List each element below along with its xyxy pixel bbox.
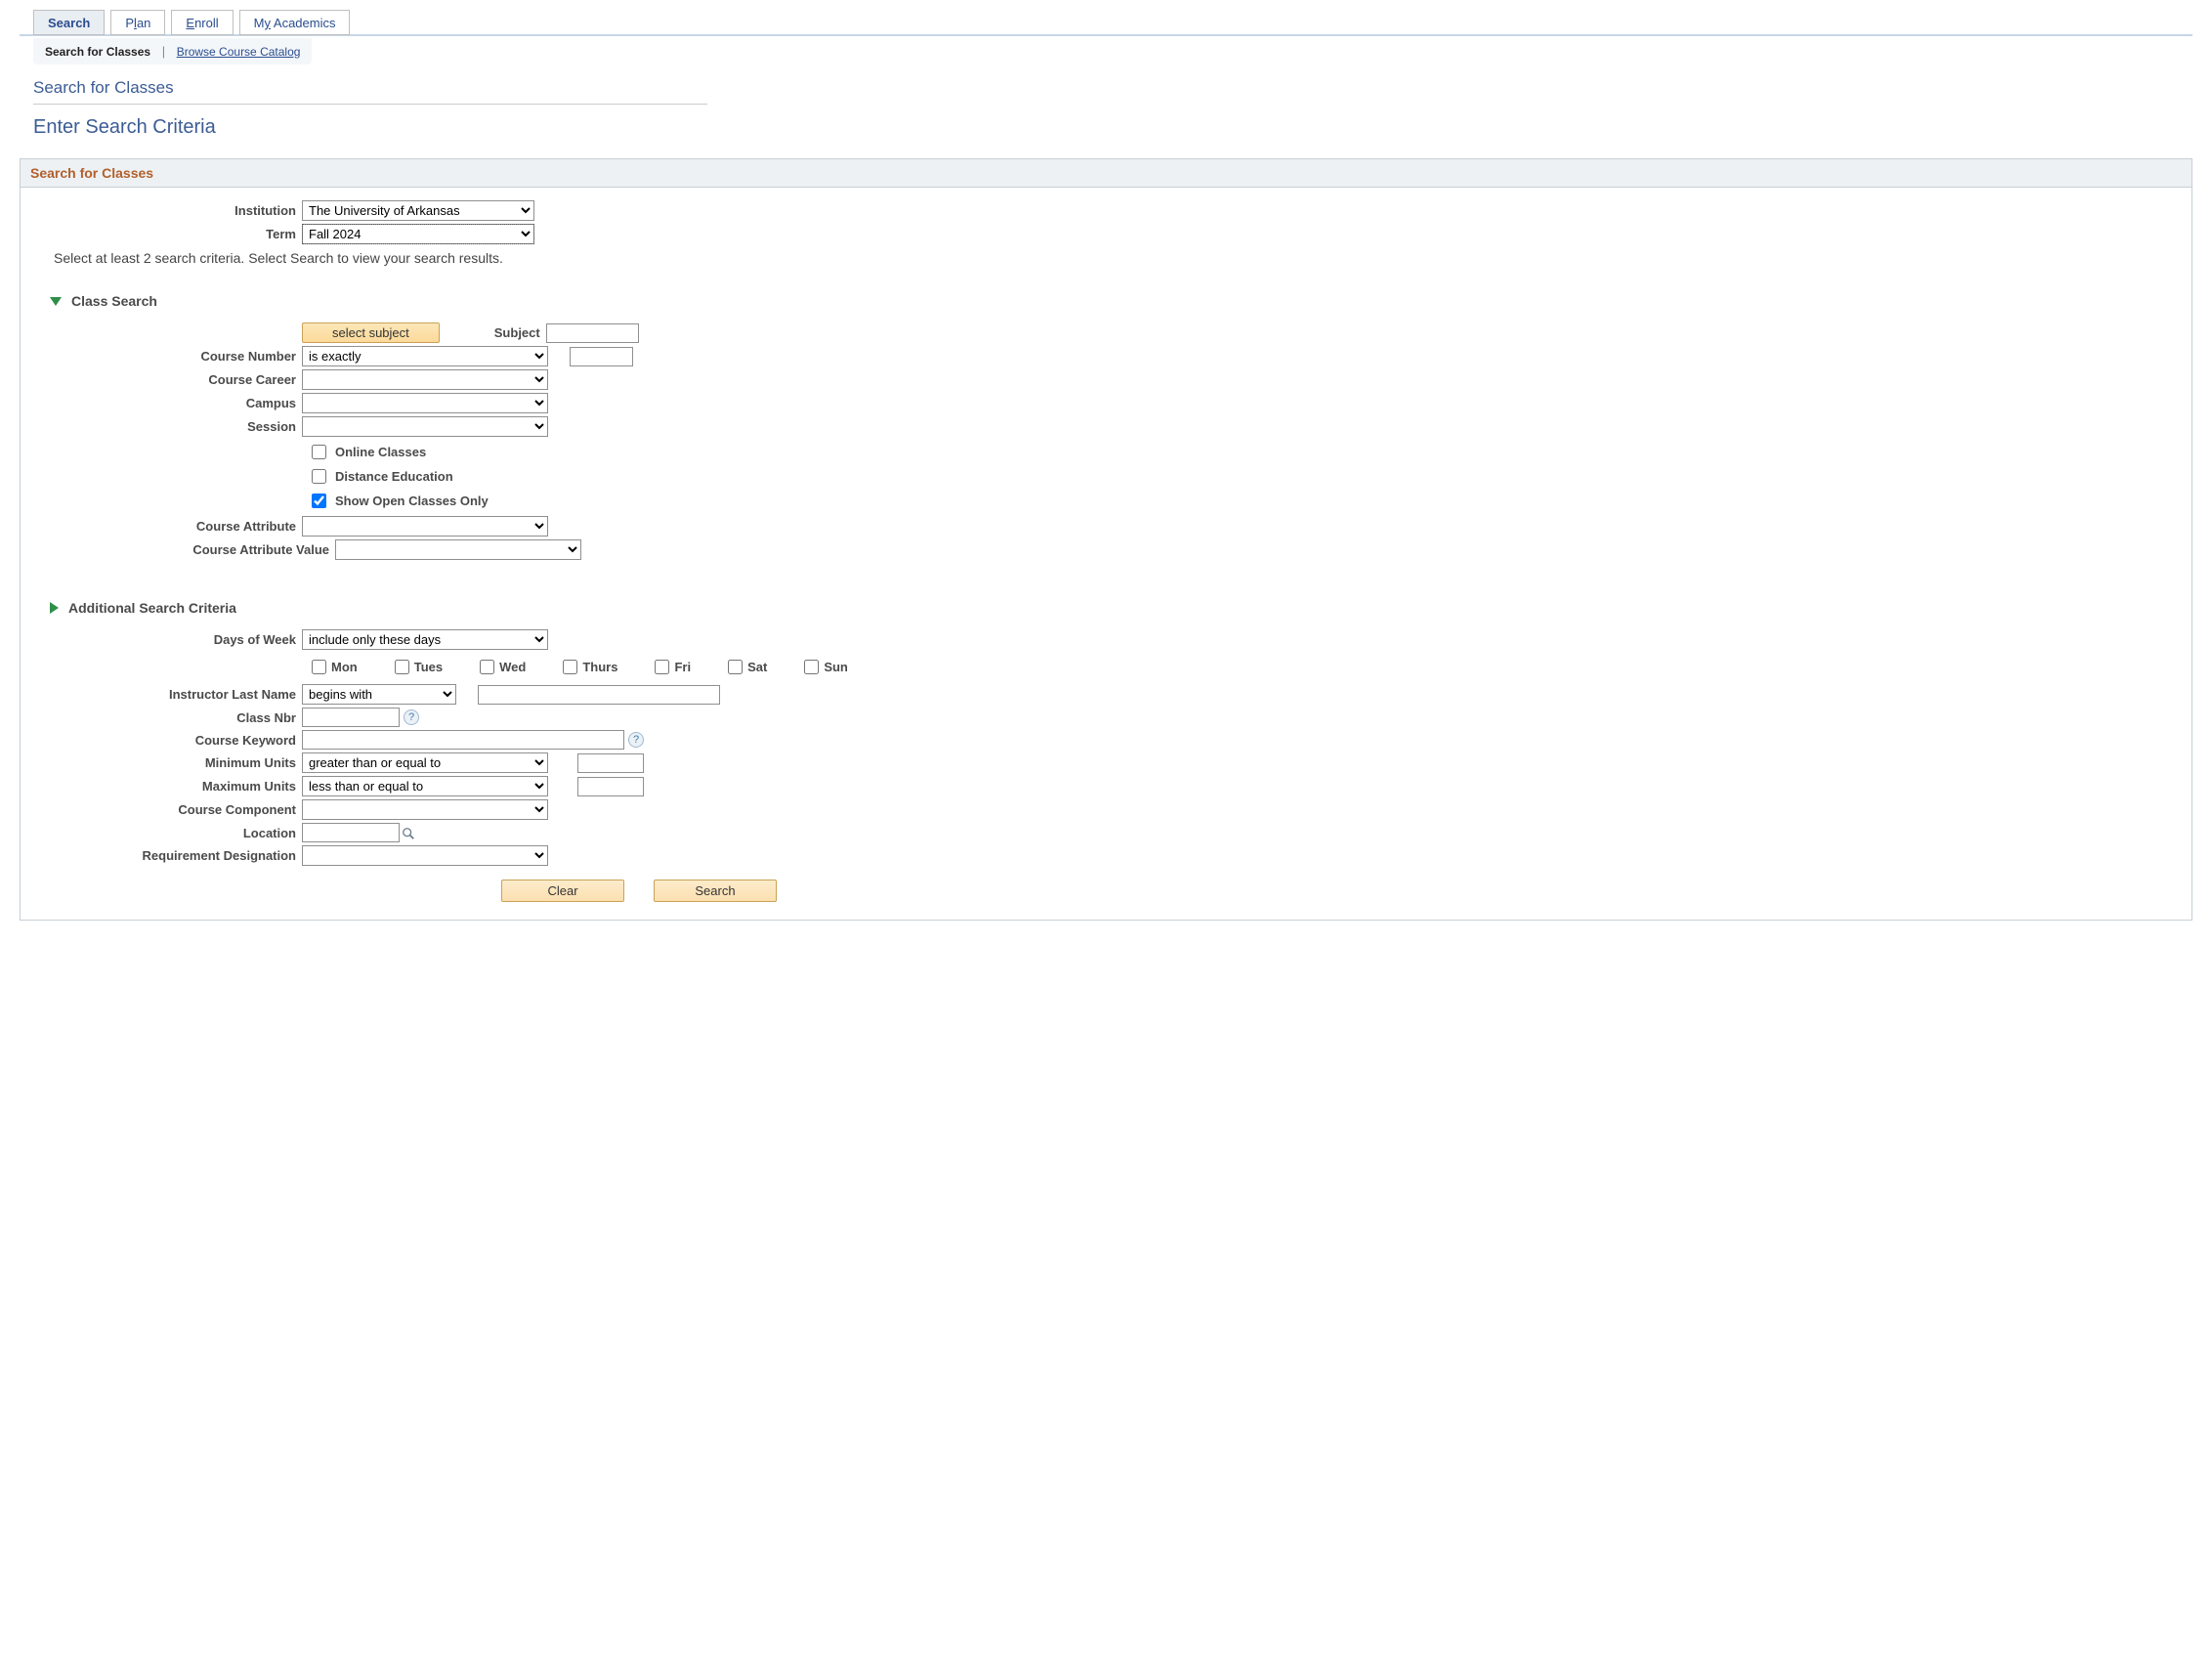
subtab-separator: | (162, 44, 165, 59)
online-classes-row[interactable]: Online Classes (308, 440, 2174, 464)
expand-icon (50, 602, 59, 614)
term-select[interactable]: Fall 2024 (302, 224, 534, 244)
thu-checkbox[interactable] (563, 660, 577, 674)
term-label: Term (38, 227, 302, 241)
course-career-label: Course Career (38, 372, 302, 387)
collapse-icon (50, 297, 62, 306)
day-tue[interactable]: Tues (391, 657, 443, 677)
title-divider (33, 104, 707, 105)
course-career-select[interactable] (302, 369, 548, 390)
sun-checkbox[interactable] (804, 660, 819, 674)
help-icon[interactable]: ? (628, 732, 644, 748)
days-of-week-select[interactable]: include only these days (302, 629, 548, 650)
open-only-row[interactable]: Show Open Classes Only (308, 489, 2174, 513)
course-component-label: Course Component (38, 802, 302, 817)
tab-my-academics[interactable]: My Academics (239, 10, 351, 35)
distance-education-row[interactable]: Distance Education (308, 464, 2174, 489)
day-sun[interactable]: Sun (800, 657, 848, 677)
course-attribute-select[interactable] (302, 516, 548, 537)
class-nbr-label: Class Nbr (38, 710, 302, 725)
tab-search[interactable]: Search (33, 10, 105, 35)
main-tabs: Search Plan Enroll My Academics (33, 10, 2192, 35)
session-label: Session (38, 419, 302, 434)
campus-select[interactable] (302, 393, 548, 413)
course-keyword-label: Course Keyword (38, 733, 302, 748)
instructor-op-select[interactable]: begins with (302, 684, 456, 705)
fri-checkbox[interactable] (655, 660, 669, 674)
mon-checkbox[interactable] (312, 660, 326, 674)
additional-criteria-header[interactable]: Additional Search Criteria (50, 600, 2174, 616)
online-classes-label: Online Classes (335, 445, 426, 459)
open-only-checkbox[interactable] (312, 494, 326, 508)
clear-button[interactable]: Clear (501, 880, 624, 902)
distance-education-checkbox[interactable] (312, 469, 326, 484)
distance-education-label: Distance Education (335, 469, 453, 484)
course-number-op-select[interactable]: is exactly (302, 346, 548, 366)
select-subject-button[interactable]: select subject (302, 322, 440, 343)
online-classes-checkbox[interactable] (312, 445, 326, 459)
subtab-search-for-classes[interactable]: Search for Classes (45, 45, 150, 59)
lookup-icon[interactable] (402, 825, 415, 840)
additional-criteria-label: Additional Search Criteria (68, 600, 236, 616)
instructor-last-name-input[interactable] (478, 685, 720, 705)
location-label: Location (38, 826, 302, 840)
course-keyword-input[interactable] (302, 730, 624, 750)
page-title: Search for Classes (33, 78, 2192, 98)
institution-select[interactable]: The University of Arkansas (302, 200, 534, 221)
instructor-last-name-label: Instructor Last Name (38, 687, 302, 702)
wed-checkbox[interactable] (480, 660, 494, 674)
subject-label: Subject (494, 325, 540, 340)
maximum-units-label: Maximum Units (38, 779, 302, 794)
course-attribute-label: Course Attribute (38, 519, 302, 534)
course-number-label: Course Number (38, 349, 302, 364)
location-input[interactable] (302, 823, 400, 842)
requirement-designation-label: Requirement Designation (38, 848, 302, 863)
day-thu[interactable]: Thurs (559, 657, 617, 677)
subtab-browse-catalog[interactable]: Browse Course Catalog (177, 45, 301, 59)
subtabs: Search for Classes | Browse Course Catal… (33, 38, 312, 64)
tab-enroll[interactable]: Enroll (171, 10, 233, 35)
days-of-week-label: Days of Week (38, 632, 302, 647)
session-select[interactable] (302, 416, 548, 437)
day-sat[interactable]: Sat (724, 657, 767, 677)
search-panel: Search for Classes Institution The Unive… (20, 158, 2192, 921)
day-mon[interactable]: Mon (308, 657, 358, 677)
tab-plan[interactable]: Plan (110, 10, 165, 35)
maximum-units-input[interactable] (577, 777, 644, 796)
tue-checkbox[interactable] (395, 660, 409, 674)
course-number-input[interactable] (570, 347, 633, 366)
requirement-designation-select[interactable] (302, 845, 548, 866)
day-wed[interactable]: Wed (476, 657, 526, 677)
class-search-header[interactable]: Class Search (50, 293, 2174, 309)
minimum-units-op-select[interactable]: greater than or equal to (302, 752, 548, 773)
search-button[interactable]: Search (654, 880, 777, 902)
minimum-units-label: Minimum Units (38, 755, 302, 770)
sat-checkbox[interactable] (728, 660, 743, 674)
campus-label: Campus (38, 396, 302, 410)
institution-label: Institution (38, 203, 302, 218)
course-attribute-value-select[interactable] (335, 539, 581, 560)
minimum-units-input[interactable] (577, 753, 644, 773)
open-only-label: Show Open Classes Only (335, 494, 489, 508)
subject-input[interactable] (546, 323, 639, 343)
panel-heading: Search for Classes (21, 159, 2191, 188)
day-fri[interactable]: Fri (651, 657, 691, 677)
class-nbr-input[interactable] (302, 708, 400, 727)
course-attribute-value-label: Course Attribute Value (38, 542, 335, 557)
action-buttons: Clear Search (501, 880, 2174, 902)
page-subtitle: Enter Search Criteria (33, 116, 2192, 139)
maximum-units-op-select[interactable]: less than or equal to (302, 776, 548, 796)
days-checkboxes: Mon Tues Wed Thurs Fri Sat Sun (308, 653, 2174, 681)
class-search-label: Class Search (71, 293, 157, 309)
course-component-select[interactable] (302, 799, 548, 820)
help-icon[interactable]: ? (404, 709, 419, 725)
instructions-text: Select at least 2 search criteria. Selec… (54, 250, 2174, 266)
